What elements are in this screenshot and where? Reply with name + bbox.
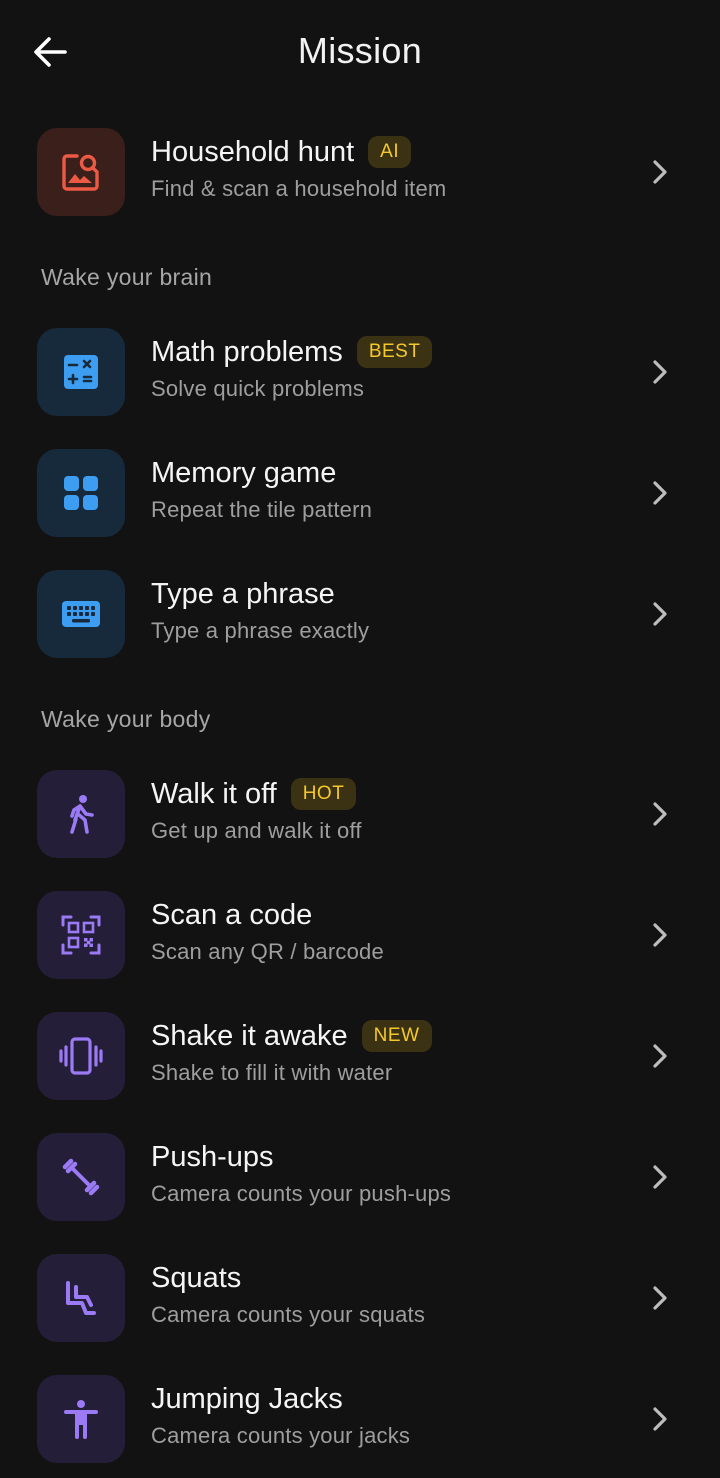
item-title-row: Household hunt AI: [151, 132, 412, 172]
item-subtitle: Solve quick problems: [151, 376, 365, 401]
item-title-row: Type a phrase: [151, 574, 335, 614]
item-title: Shake it awake: [151, 1019, 348, 1052]
item-title-row: Scan a code: [151, 895, 312, 935]
item-title-row: Squats: [151, 1258, 241, 1298]
section-header-brain: Wake your brain: [41, 264, 213, 290]
mission-icon-tile: [37, 449, 125, 537]
ai-badge: AI: [368, 136, 412, 168]
mission-icon-tile: [37, 770, 125, 858]
item-title: Household hunt: [151, 135, 355, 168]
mission-item-math-problems[interactable]: Math problems BEST Solve quick problems: [0, 324, 720, 420]
page-title: Mission: [297, 30, 423, 71]
calculator-icon: [64, 355, 98, 389]
item-subtitle: Repeat the tile pattern: [151, 497, 373, 522]
squat-icon: [66, 1281, 96, 1315]
item-subtitle: Find & scan a household item: [151, 176, 447, 201]
item-subtitle: Camera counts your jacks: [151, 1423, 411, 1448]
mission-item-shake-it-awake[interactable]: Shake it awake NEW Shake to fill it with…: [0, 1008, 720, 1104]
mission-item-household-hunt[interactable]: Household hunt AI Find & scan a househol…: [0, 124, 720, 220]
hot-badge: HOT: [290, 778, 357, 810]
mission-icon-tile: [37, 570, 125, 658]
mission-icon-tile: [37, 1133, 125, 1221]
mission-icon-tile: [37, 128, 125, 216]
mission-item-type-a-phrase[interactable]: Type a phrase Type a phrase exactly: [0, 566, 720, 662]
item-subtitle: Shake to fill it with water: [151, 1060, 393, 1085]
app-bar: Mission: [0, 0, 720, 104]
chevron-right-icon: [653, 481, 667, 505]
chevron-right-icon: [653, 602, 667, 626]
mission-item-squats[interactable]: Squats Camera counts your squats: [0, 1250, 720, 1346]
mission-item-push-ups[interactable]: Push-ups Camera counts your push-ups: [0, 1129, 720, 1225]
item-title-row: Jumping Jacks: [151, 1379, 343, 1419]
mission-icon-tile: [37, 1254, 125, 1342]
item-title: Walk it off: [151, 777, 277, 810]
item-title-row: Math problems BEST: [151, 332, 433, 372]
photo-search-icon: [62, 154, 99, 191]
chevron-right-icon: [653, 1165, 667, 1189]
item-title: Memory game: [151, 456, 337, 489]
mission-item-scan-a-code[interactable]: Scan a code Scan any QR / barcode: [0, 887, 720, 983]
section-header-body: Wake your body: [41, 706, 211, 732]
item-title: Type a phrase: [151, 577, 335, 610]
chevron-right-icon: [653, 1407, 667, 1431]
mission-item-walk-it-off[interactable]: Walk it off HOT Get up and walk it off: [0, 766, 720, 862]
dumbbell-icon: [62, 1158, 100, 1196]
walking-person-icon: [70, 795, 94, 834]
mission-icon-tile: [37, 1012, 125, 1100]
phone-vibrate-icon: [59, 1037, 103, 1075]
mission-screen: Mission Household hunt AI Find & scan a …: [0, 0, 720, 1478]
item-subtitle: Camera counts your push-ups: [151, 1181, 452, 1206]
mission-icon-tile: [37, 891, 125, 979]
mission-item-jumping-jacks[interactable]: Jumping Jacks Camera counts your jacks: [0, 1371, 720, 1467]
qr-code-icon: [61, 915, 101, 955]
item-title-row: Push-ups: [151, 1137, 274, 1177]
item-title: Scan a code: [151, 898, 313, 931]
item-title-row: Walk it off HOT: [151, 774, 357, 814]
mission-item-memory-game[interactable]: Memory game Repeat the tile pattern: [0, 445, 720, 541]
item-title: Squats: [151, 1261, 242, 1294]
mission-icon-tile: [37, 1375, 125, 1463]
item-title-row: Memory game: [151, 453, 336, 493]
item-title: Jumping Jacks: [151, 1382, 343, 1415]
jumping-jack-icon: [64, 1400, 98, 1439]
new-badge: NEW: [361, 1020, 432, 1052]
item-subtitle: Type a phrase exactly: [151, 618, 370, 643]
item-subtitle: Scan any QR / barcode: [151, 939, 384, 964]
item-title-row: Shake it awake NEW: [151, 1016, 432, 1056]
item-subtitle: Get up and walk it off: [151, 818, 362, 843]
grid-tiles-icon: [64, 476, 98, 510]
item-subtitle: Camera counts your squats: [151, 1302, 426, 1327]
mission-icon-tile: [37, 328, 125, 416]
chevron-right-icon: [653, 802, 667, 826]
item-title: Math problems: [151, 335, 343, 368]
best-badge: BEST: [356, 336, 433, 368]
chevron-right-icon: [653, 1286, 667, 1310]
chevron-right-icon: [653, 1044, 667, 1068]
chevron-right-icon: [653, 360, 667, 384]
item-title: Push-ups: [151, 1140, 274, 1173]
chevron-right-icon: [653, 923, 667, 947]
keyboard-icon: [62, 601, 100, 627]
chevron-right-icon: [653, 160, 667, 184]
